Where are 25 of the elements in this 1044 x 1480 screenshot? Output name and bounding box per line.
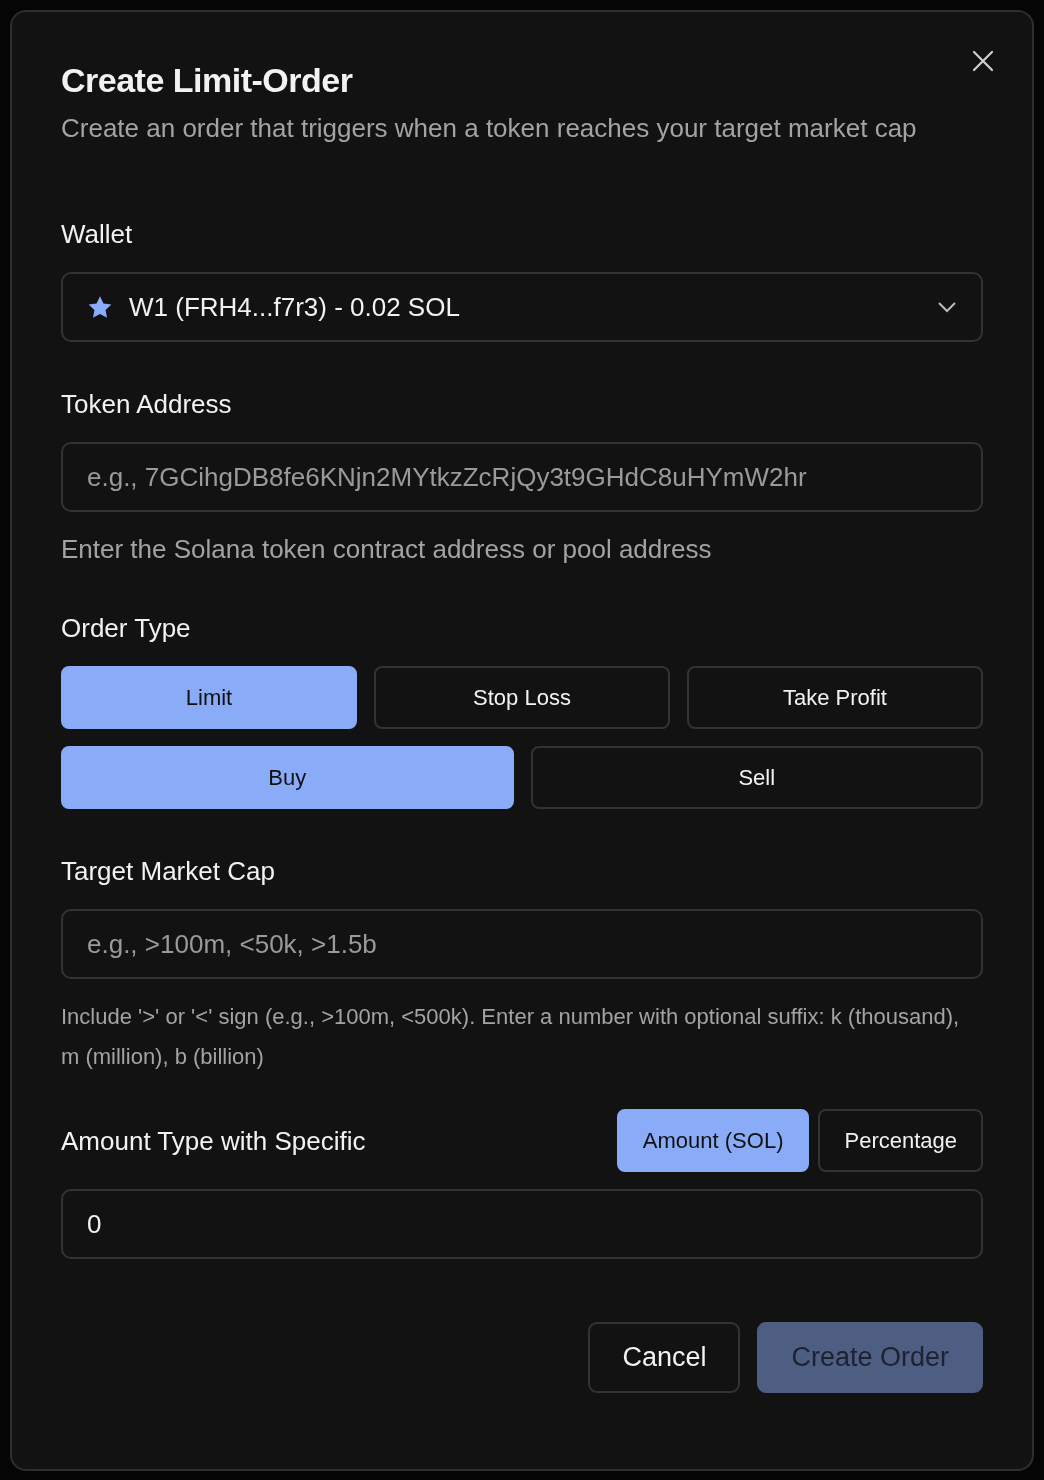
star-icon [87,294,113,320]
close-icon[interactable] [972,50,994,72]
wallet-select[interactable]: W1 (FRH4...f7r3) - 0.02 SOL [61,272,983,342]
field-label: Amount Type with Specific [61,1124,366,1157]
help-text: Include '>' or '<' sign (e.g., >100m, <500k). Enter a number with optional suffix: k (thousand), m (million), b (billion) [61,1003,961,1071]
field-label: Token Address [61,388,233,420]
order-type-button[interactable]: Take Profit [687,666,983,729]
dialog-description: Create an order that triggers when a token reaches your target market cap [61,112,918,145]
order-type-button[interactable]: Limit [61,666,357,729]
amount-input[interactable]: 0 [61,1189,983,1259]
order-type-button[interactable]: Stop Loss [374,666,670,729]
amount-mode-button[interactable]: Percentage [818,1109,983,1172]
target-market-cap-input[interactable]: e.g., >100m, <50k, >1.5b [61,909,983,979]
field-label: Target Market Cap [61,855,276,887]
help-text: Enter the Solana token contract address or pool address [61,533,713,566]
token-address-input[interactable]: e.g., 7GCihgDB8fe6KNjn2MYtkzZcRjQy3t9GHdC8uHYmW2hr [61,442,983,512]
cancel-button[interactable]: Cancel [588,1322,741,1393]
amount-mode-button[interactable]: Amount (SOL) [616,1109,810,1172]
chevron-down-icon [937,301,957,313]
field-label: Order Type [61,612,192,644]
wallet-value: W1 (FRH4...f7r3) - 0.02 SOL [129,291,461,323]
dialog-title: Create Limit-Order [61,60,354,100]
side-button[interactable]: Buy [61,746,514,809]
side-button[interactable]: Sell [530,746,983,809]
field-label: Wallet [61,218,134,250]
